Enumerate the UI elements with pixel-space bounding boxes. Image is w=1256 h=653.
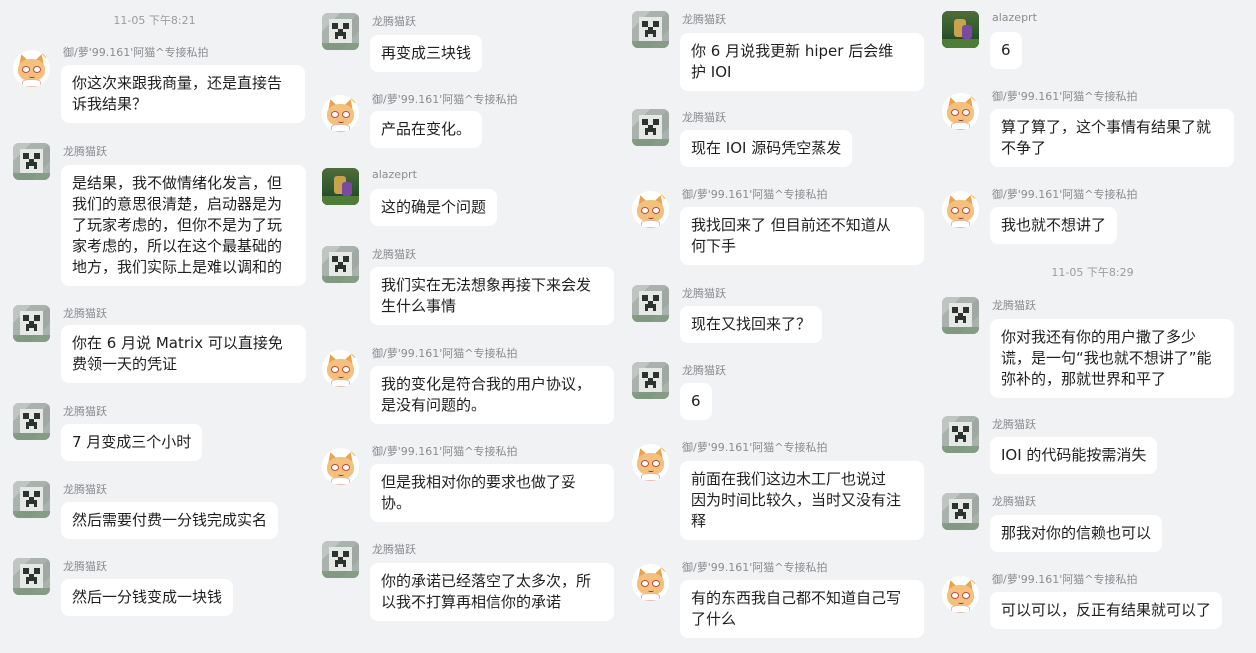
cat-avatar-icon[interactable] <box>322 350 359 387</box>
message-bubble[interactable]: 7 月变成三个小时 <box>61 424 203 461</box>
message-bubble[interactable]: 有的东西我自己都不知道自己写 了什么 <box>680 580 924 638</box>
sender-name[interactable]: alazeprt <box>372 168 417 181</box>
message-bubble[interactable]: 我找回来了 但目前还不知道从 何下手 <box>680 207 924 265</box>
message-bubble[interactable]: 算了算了，这个事情有结果了就 不争了 <box>990 109 1234 167</box>
sender-name[interactable]: 龙腾猫跃 <box>63 481 107 497</box>
message-bubble[interactable]: 这的确是个问题 <box>370 189 498 226</box>
sender-name[interactable]: 龙腾猫跃 <box>372 13 416 29</box>
creeper-avatar-icon[interactable] <box>942 297 979 334</box>
message-bubble[interactable]: 现在 IOI 源码凭空蒸发 <box>680 130 853 167</box>
message-bubble[interactable]: 我们实在无法想象再接下来会发 生什么事情 <box>370 267 614 325</box>
timestamp: 11-05 下午8:21 <box>113 14 196 27</box>
sender-name[interactable]: 龙腾猫跃 <box>63 305 107 321</box>
timestamp: 11-05 下午8:29 <box>1051 266 1134 279</box>
message-bubble[interactable]: 然后一分钱变成一块钱 <box>61 579 234 616</box>
sender-name[interactable]: 龙腾猫跃 <box>63 558 107 574</box>
chat-column-4: alazeprt 6 御/萝'99.161'阿猫^专接私拍 算了算了，这个事情有… <box>929 0 1256 653</box>
cat-avatar-icon[interactable] <box>942 93 979 130</box>
message-bubble[interactable]: IOI 的代码能按需消失 <box>990 437 1158 474</box>
creeper-avatar-icon[interactable] <box>322 246 359 283</box>
cat-avatar-icon[interactable] <box>322 95 359 132</box>
cat-avatar-icon[interactable] <box>942 191 979 228</box>
sender-name[interactable]: 龙腾猫跃 <box>372 541 416 557</box>
cat-avatar-icon[interactable] <box>632 444 669 481</box>
creeper-avatar-icon[interactable] <box>13 305 50 342</box>
message-bubble[interactable]: 6 <box>680 383 712 420</box>
creeper-avatar-icon[interactable] <box>632 109 669 146</box>
message-bubble[interactable]: 但是我相对你的要求也做了妥 协。 <box>370 464 614 522</box>
cat-avatar-icon[interactable] <box>632 191 669 228</box>
message-bubble[interactable]: 你在 6 月说 Matrix 可以直接免 费领一天的凭证 <box>61 325 306 383</box>
message-bubble[interactable]: 是结果，我不做情绪化发言，但 我们的意思很清楚，启动器是为 了玩家考虑的，但你不… <box>61 165 306 286</box>
cat-avatar-icon[interactable] <box>632 564 669 601</box>
sender-name[interactable]: 龙腾猫跃 <box>63 143 107 159</box>
sender-name[interactable]: 龙腾猫跃 <box>682 109 726 125</box>
sender-name[interactable]: 御/萝'99.161'阿猫^专接私拍 <box>992 186 1137 202</box>
sender-name[interactable]: 龙腾猫跃 <box>372 246 416 262</box>
sender-name[interactable]: 御/萝'99.161'阿猫^专接私拍 <box>992 571 1137 587</box>
message-bubble[interactable]: 然后需要付费一分钱完成实名 <box>61 502 279 539</box>
creeper-avatar-icon[interactable] <box>632 362 669 399</box>
sender-name[interactable]: 御/萝'99.161'阿猫^专接私拍 <box>682 439 827 455</box>
message-bubble[interactable]: 你的承诺已经落空了太多次，所 以我不打算再相信你的承诺 <box>370 563 614 621</box>
message-bubble[interactable]: 6 <box>990 32 1022 69</box>
game-avatar-icon[interactable] <box>942 11 979 48</box>
chat-column-3: 龙腾猫跃 你 6 月说我更新 hiper 后会维 护 IOI 龙腾猫跃 现在 I… <box>619 0 929 653</box>
sender-name[interactable]: 御/萝'99.161'阿猫^专接私拍 <box>372 443 517 459</box>
creeper-avatar-icon[interactable] <box>13 558 50 595</box>
sender-name[interactable]: 御/萝'99.161'阿猫^专接私拍 <box>372 345 517 361</box>
message-bubble[interactable]: 我也就不想讲了 <box>990 207 1118 244</box>
cat-avatar-icon[interactable] <box>322 448 359 485</box>
chat-column-2: 龙腾猫跃 再变成三块钱 御/萝'99.161'阿猫^专接私拍 产品在变化。 al… <box>309 0 619 653</box>
creeper-avatar-icon[interactable] <box>942 416 979 453</box>
sender-name[interactable]: 御/萝'99.161'阿猫^专接私拍 <box>682 559 827 575</box>
message-bubble[interactable]: 你这次来跟我商量，还是直接告 诉我结果？ <box>61 65 305 123</box>
message-bubble[interactable]: 产品在变化。 <box>370 111 483 148</box>
message-bubble[interactable]: 再变成三块钱 <box>370 35 483 72</box>
cat-avatar-icon[interactable] <box>13 50 50 87</box>
game-avatar-icon[interactable] <box>322 168 359 205</box>
cat-avatar-icon[interactable] <box>942 576 979 613</box>
creeper-avatar-icon[interactable] <box>942 493 979 530</box>
chat-column-1: 11-05 下午8:21 御/萝'99.161'阿猫^专接私拍 你这次来跟我商量… <box>0 0 309 653</box>
creeper-avatar-icon[interactable] <box>322 13 359 50</box>
sender-name[interactable]: 龙腾猫跃 <box>682 11 726 27</box>
creeper-avatar-icon[interactable] <box>632 11 669 48</box>
message-bubble[interactable]: 前面在我们这边木工厂也说过 因为时间比较久，当时又没有注 释 <box>680 461 924 540</box>
message-bubble[interactable]: 我的变化是符合我的用户协议， 是没有问题的。 <box>370 366 614 424</box>
sender-name[interactable]: 龙腾猫跃 <box>682 362 726 378</box>
message-bubble[interactable]: 你 6 月说我更新 hiper 后会维 护 IOI <box>680 33 924 91</box>
sender-name[interactable]: alazeprt <box>992 11 1037 24</box>
sender-name[interactable]: 龙腾猫跃 <box>992 493 1036 509</box>
creeper-avatar-icon[interactable] <box>322 541 359 578</box>
message-bubble[interactable]: 可以可以，反正有结果就可以了 <box>990 592 1223 629</box>
sender-name[interactable]: 龙腾猫跃 <box>63 403 107 419</box>
sender-name[interactable]: 御/萝'99.161'阿猫^专接私拍 <box>63 44 208 60</box>
sender-name[interactable]: 龙腾猫跃 <box>992 416 1036 432</box>
creeper-avatar-icon[interactable] <box>13 143 50 180</box>
creeper-avatar-icon[interactable] <box>13 403 50 440</box>
creeper-avatar-icon[interactable] <box>13 481 50 518</box>
sender-name[interactable]: 御/萝'99.161'阿猫^专接私拍 <box>992 88 1137 104</box>
creeper-avatar-icon[interactable] <box>632 285 669 322</box>
sender-name[interactable]: 御/萝'99.161'阿猫^专接私拍 <box>372 91 517 107</box>
sender-name[interactable]: 龙腾猫跃 <box>992 297 1036 313</box>
sender-name[interactable]: 龙腾猫跃 <box>682 285 726 301</box>
message-bubble[interactable]: 你对我还有你的用户撒了多少 谎，是一句“我也就不想讲了”能 弥补的，那就世界和平… <box>990 319 1234 398</box>
message-bubble[interactable]: 现在又找回来了？ <box>680 306 823 343</box>
sender-name[interactable]: 御/萝'99.161'阿猫^专接私拍 <box>682 186 827 202</box>
message-bubble[interactable]: 那我对你的信赖也可以 <box>990 515 1163 552</box>
